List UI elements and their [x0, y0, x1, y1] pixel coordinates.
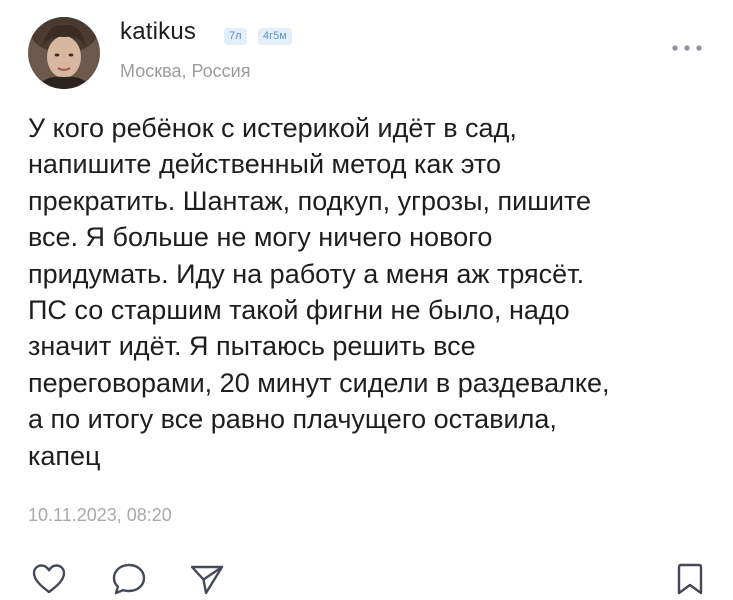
author-location: Москва, Россия	[120, 61, 251, 81]
heart-icon	[32, 564, 66, 594]
avatar-image	[28, 17, 100, 89]
author-username[interactable]: katikus	[120, 18, 196, 46]
more-dots-icon	[672, 45, 702, 51]
post-text-line: все. Я больше не могу ничего нового	[28, 222, 493, 253]
badge-child-age-2: 4г5м	[258, 28, 292, 45]
post-text-line: ПС со старшим такой фигни не было, надо	[28, 295, 570, 326]
post-text-line: прекратить. Шантаж, подкуп, угрозы, пиши…	[28, 185, 592, 216]
avatar[interactable]	[28, 17, 100, 89]
post-text: У кого ребёнок с истерикой идёт в сад, н…	[28, 110, 718, 474]
more-options-button[interactable]	[670, 41, 704, 53]
post-text-line: капец	[28, 440, 101, 471]
post-card: katikus 7л 4г5м Москва, Россия У кого ре…	[0, 0, 733, 600]
share-button[interactable]	[188, 561, 226, 597]
post-text-line: значит идёт. Я пытаюсь решить все	[28, 331, 476, 362]
post-text-line: переговорами, 20 минут сидели в раздевал…	[28, 367, 610, 398]
bookmark-button[interactable]	[671, 561, 709, 597]
like-button[interactable]	[30, 561, 68, 597]
post-text-line: а по итогу все равно плачущего оставила,	[28, 404, 557, 435]
comment-button[interactable]	[110, 561, 148, 597]
post-text-line: придумать. Иду на работу а меня аж трясё…	[28, 258, 585, 289]
badge-child-age-1: 7л	[224, 28, 247, 45]
post-timestamp: 10.11.2023, 08:20	[28, 505, 172, 525]
share-paper-plane-icon	[190, 565, 224, 595]
post-text-line: У кого ребёнок с истерикой идёт в сад,	[28, 113, 517, 143]
bookmark-icon	[677, 563, 703, 595]
comment-bubble-icon	[112, 563, 146, 595]
post-text-line: напишите действенный метод как это	[28, 149, 501, 180]
